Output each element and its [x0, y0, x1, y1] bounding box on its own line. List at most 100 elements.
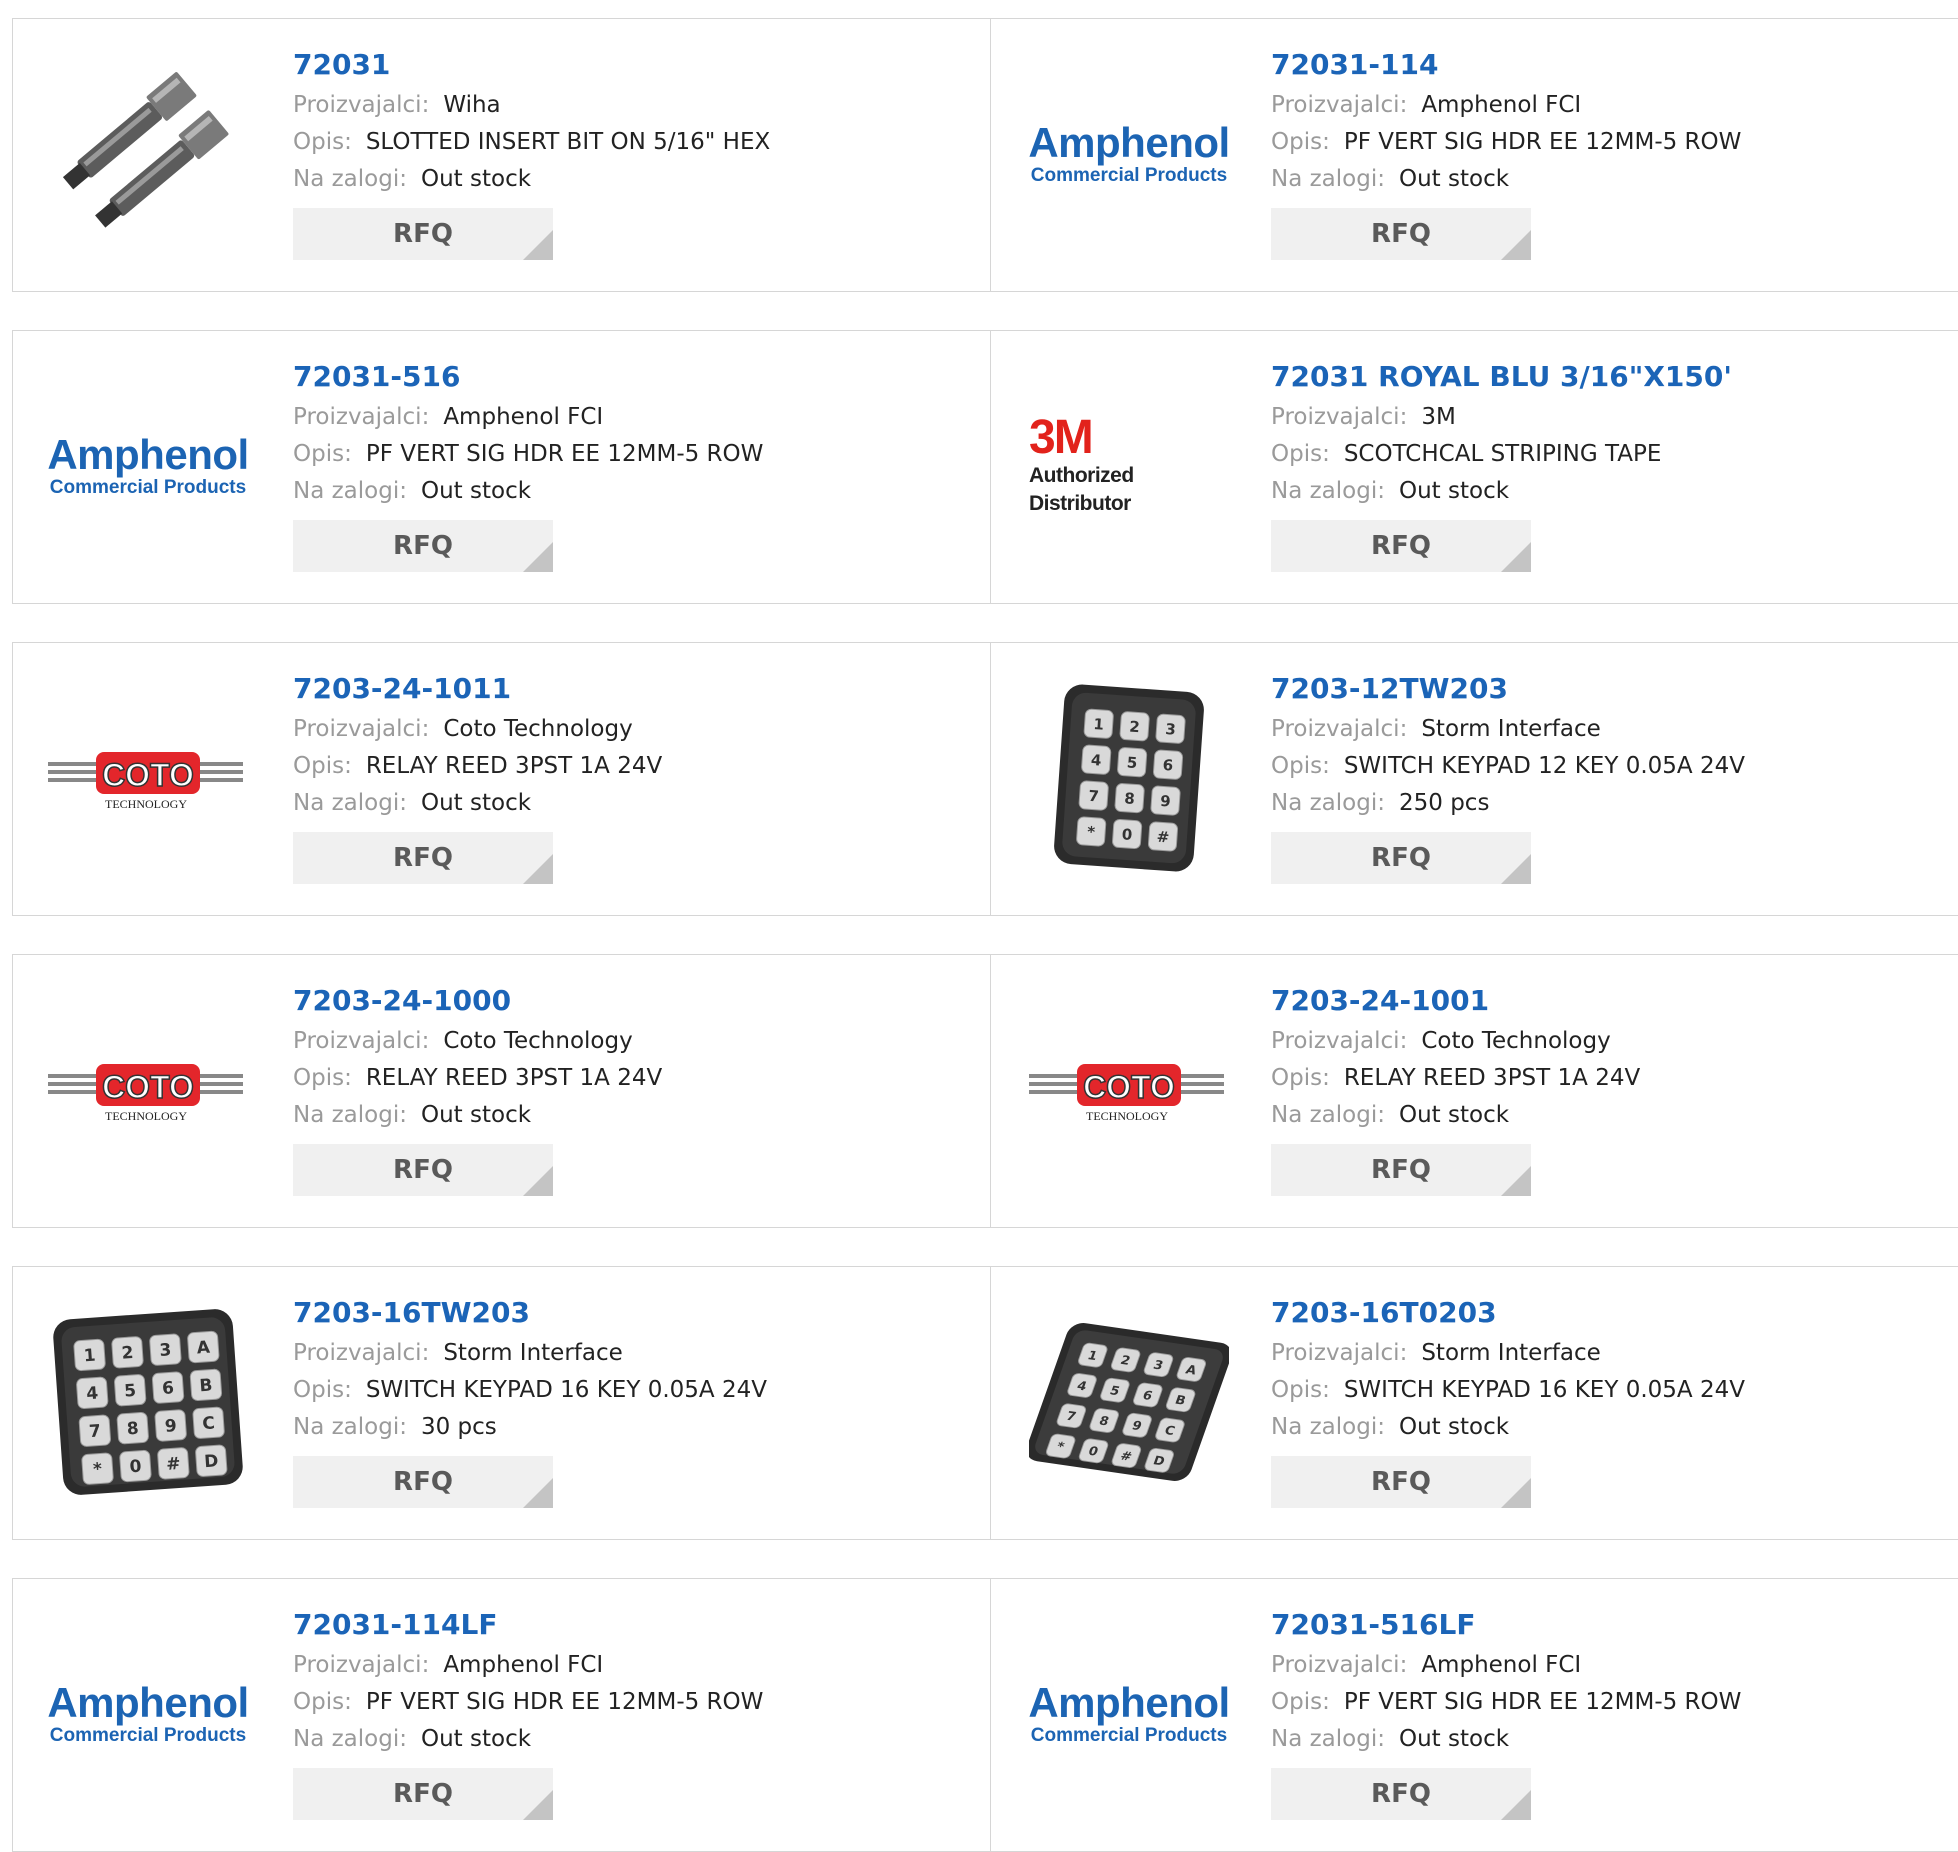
description-label: Opis:: [293, 1689, 352, 1715]
product-image[interactable]: 3M Authorized Distributor: [1029, 366, 1229, 566]
part-number-link[interactable]: 7203-24-1000: [293, 983, 662, 1023]
description-value: SCOTCHCAL STRIPING TAPE: [1343, 441, 1662, 467]
description-label: Opis:: [293, 1377, 352, 1403]
part-number-link[interactable]: 7203-16TW203: [293, 1295, 767, 1335]
keypad-key-label: 9: [164, 1416, 177, 1437]
rfq-button[interactable]: RFQ: [1271, 520, 1531, 572]
stock-label: Na zalogi:: [1271, 1726, 1385, 1752]
svg-text:TECHNOLOGY: TECHNOLOGY: [105, 1109, 187, 1123]
corner-triangle-icon: [1501, 1790, 1531, 1820]
stock-value: Out stock: [1398, 1102, 1510, 1128]
description-value: SWITCH KEYPAD 12 KEY 0.05A 24V: [1343, 753, 1745, 779]
product-card: COTO TECHNOLOGY 7203-24-1001 Proizvajalc…: [990, 954, 1958, 1228]
product-list: 72031 Proizvajalci: Wiha Opis: SLOTTED INS…: [0, 0, 1958, 1852]
svg-text:TECHNOLOGY: TECHNOLOGY: [1086, 1109, 1168, 1123]
svg-text:COTO: COTO: [1083, 1069, 1175, 1105]
keypad-key-label: 5: [1126, 753, 1138, 772]
product-image[interactable]: COTO TECHNOLOGY: [48, 678, 248, 878]
rfq-button[interactable]: RFQ: [293, 520, 553, 572]
coto-logo: COTO TECHNOLOGY: [48, 1064, 243, 1123]
manufacturer-value: Coto Technology: [443, 716, 633, 742]
rfq-label: RFQ: [393, 531, 453, 561]
manufacturer-value: Coto Technology: [1421, 1028, 1611, 1054]
keypad-key-label: 4: [86, 1383, 99, 1404]
rfq-button[interactable]: RFQ: [293, 1768, 553, 1820]
part-number-link[interactable]: 72031: [293, 47, 770, 87]
manufacturer-value: Storm Interface: [1421, 716, 1601, 742]
keypad-key-label: 0: [1121, 825, 1133, 844]
stock-value: Out stock: [1398, 1414, 1510, 1440]
manufacturer-label: Proizvajalci:: [1271, 1028, 1408, 1054]
keypad-key-label: 2: [1129, 718, 1141, 737]
rfq-button[interactable]: RFQ: [293, 208, 553, 260]
keypad-key-label: 3: [1165, 720, 1177, 739]
rfq-button[interactable]: RFQ: [1271, 1768, 1531, 1820]
rfq-button[interactable]: RFQ: [293, 1456, 553, 1508]
manufacturer-value: Amphenol FCI: [1421, 92, 1582, 118]
description-label: Opis:: [1271, 1065, 1330, 1091]
stock-label: Na zalogi:: [1271, 478, 1385, 504]
manufacturer-label: Proizvajalci:: [293, 1340, 430, 1366]
corner-triangle-icon: [523, 1166, 553, 1196]
product-image[interactable]: COTO TECHNOLOGY: [1029, 990, 1229, 1190]
product-image[interactable]: Amphenol Commercial Products: [47, 366, 249, 566]
coto-logo: COTO TECHNOLOGY: [1029, 1064, 1224, 1123]
keypad-key-label: 9: [1160, 792, 1172, 811]
keypad-key-label: 7: [1088, 787, 1100, 806]
manufacturer-value: Coto Technology: [443, 1028, 633, 1054]
product-card: COTO TECHNOLOGY 7203-24-1000 Proizvajalc…: [12, 954, 992, 1228]
part-number-link[interactable]: 72031 ROYAL BLU 3/16"X150': [1271, 359, 1732, 399]
description-label: Opis:: [293, 753, 352, 779]
stock-label: Na zalogi:: [293, 1726, 407, 1752]
part-number-link[interactable]: 7203-16T0203: [1271, 1295, 1745, 1335]
rfq-button[interactable]: RFQ: [1271, 832, 1531, 884]
part-number-link[interactable]: 7203-24-1011: [293, 671, 662, 711]
rfq-button[interactable]: RFQ: [1271, 1456, 1531, 1508]
manufacturer-label: Proizvajalci:: [1271, 1652, 1408, 1678]
description-value: PF VERT SIG HDR EE 12MM-5 ROW: [365, 441, 764, 467]
product-image[interactable]: 1 2 3 A 4 5 6 B 7 8 9 C * 0 # D: [1029, 1302, 1229, 1502]
description-value: SLOTTED INSERT BIT ON 5/16" HEX: [365, 129, 771, 155]
keypad-key-label: B: [199, 1375, 213, 1396]
corner-triangle-icon: [523, 854, 553, 884]
product-card: COTO TECHNOLOGY 7203-24-1011 Proizvajalc…: [12, 642, 992, 916]
description-value: PF VERT SIG HDR EE 12MM-5 ROW: [365, 1689, 764, 1715]
part-number-link[interactable]: 7203-24-1001: [1271, 983, 1640, 1023]
part-number-link[interactable]: 72031-516: [293, 359, 763, 399]
part-number-link[interactable]: 7203-12TW203: [1271, 671, 1745, 711]
rfq-button[interactable]: RFQ: [293, 832, 553, 884]
rfq-label: RFQ: [1371, 1155, 1431, 1185]
part-number-link[interactable]: 72031-516LF: [1271, 1607, 1741, 1647]
stock-value: Out stock: [420, 1726, 532, 1752]
product-image[interactable]: Amphenol Commercial Products: [47, 1614, 249, 1814]
rfq-button[interactable]: RFQ: [1271, 1144, 1531, 1196]
stock-value: Out stock: [1398, 1726, 1510, 1752]
keypad-key-label: 1: [1093, 715, 1105, 734]
description-value: PF VERT SIG HDR EE 12MM-5 ROW: [1343, 1689, 1742, 1715]
part-number-link[interactable]: 72031-114LF: [293, 1607, 763, 1647]
product-image[interactable]: 1 2 3 A 4 5 6 B 7 8 9 C * 0 # D: [48, 1302, 248, 1502]
rfq-label: RFQ: [1371, 1467, 1431, 1497]
manufacturer-value: Storm Interface: [443, 1340, 623, 1366]
part-number-link[interactable]: 72031-114: [1271, 47, 1741, 87]
product-image[interactable]: Amphenol Commercial Products: [1028, 1614, 1230, 1814]
rfq-button[interactable]: RFQ: [1271, 208, 1531, 260]
product-image[interactable]: COTO TECHNOLOGY: [48, 990, 248, 1190]
rfq-label: RFQ: [1371, 843, 1431, 873]
keypad-key-label: 8: [126, 1419, 139, 1440]
product-image[interactable]: [48, 54, 248, 254]
keypad-key-label: 4: [1090, 751, 1102, 770]
manufacturer-label: Proizvajalci:: [293, 1652, 430, 1678]
corner-triangle-icon: [523, 1478, 553, 1508]
stock-label: Na zalogi:: [293, 790, 407, 816]
corner-triangle-icon: [1501, 1478, 1531, 1508]
product-image[interactable]: Amphenol Commercial Products: [1028, 54, 1230, 254]
3m-logo: 3M Authorized Distributor: [1029, 411, 1134, 516]
rfq-button[interactable]: RFQ: [293, 1144, 553, 1196]
product-image[interactable]: 1 2 3 4 5 6 7 8 9 * 0 #: [1029, 678, 1229, 878]
svg-text:COTO: COTO: [102, 1069, 194, 1105]
keypad-key-label: 2: [121, 1343, 134, 1364]
product-card: Amphenol Commercial Products 72031-114LF…: [12, 1578, 992, 1852]
stock-label: Na zalogi:: [1271, 790, 1385, 816]
keypad-16-angled-icon: 1 2 3 A4 5 6 B7 8 9 C* 0 # D: [1029, 1323, 1229, 1481]
